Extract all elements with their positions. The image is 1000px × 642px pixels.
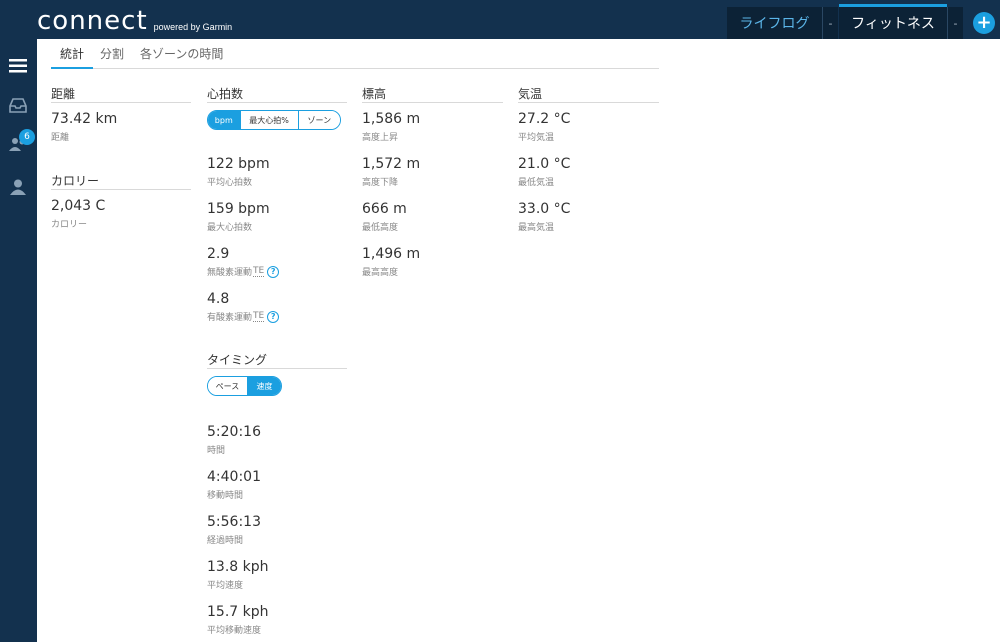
toggle-zones[interactable]: ゾーン [298, 111, 340, 129]
stat-value: 1,586 m [362, 111, 421, 127]
stat-label: 時間 [207, 446, 226, 456]
toggle-speed[interactable]: 速度 [247, 377, 281, 395]
stat-distance: 73.42 km 距離 [51, 111, 117, 143]
garmin-connect-logo[interactable]: connect powered by Garmin [37, 6, 233, 36]
elevation-section: 標高 1,586 m 高度上昇 1,572 m 高度下降 666 m 最低高度 … [362, 85, 503, 285]
activity-subtabs: 統計 分割 各ゾーンの時間 [51, 40, 659, 69]
stat-max-hr: 159 bpm 最大心拍数 [207, 201, 270, 233]
stat-value: 666 m [362, 201, 407, 217]
stat-aerobic-te: 4.8 有酸素運動 TE ? [207, 291, 280, 323]
fitness-dropdown-button[interactable]: - [947, 7, 963, 39]
stat-label: 高度上昇 [362, 133, 399, 143]
stat-avg-moving-speed: 15.7 kph 平均移動速度 [207, 604, 269, 636]
section-title: 標高 [362, 85, 503, 103]
stat-value: 15.7 kph [207, 604, 269, 620]
timing-unit-toggle: ペース 速度 [207, 376, 282, 396]
te-abbrev[interactable]: TE [253, 266, 265, 277]
logo-subtitle: powered by Garmin [153, 22, 233, 32]
stat-value: 5:56:13 [207, 514, 261, 530]
stat-label: 平均速度 [207, 581, 244, 591]
tab-lifelog[interactable]: ライフログ [727, 7, 822, 39]
stat-label: 最高高度 [362, 268, 399, 278]
stat-label: 高度下降 [362, 178, 399, 188]
stat-avg-temp: 27.2 °C 平均気温 [518, 111, 570, 143]
stat-elevation-gain: 1,586 m 高度上昇 [362, 111, 420, 143]
section-title: 気温 [518, 85, 659, 103]
notification-badge: 6 [19, 129, 35, 145]
stat-avg-hr: 122 bpm 平均心拍数 [207, 156, 270, 188]
stat-value: 4.8 [207, 291, 230, 307]
temperature-section: 気温 27.2 °C 平均気温 21.0 °C 最低気温 33.0 °C 最高気… [518, 85, 659, 245]
heart-rate-unit-toggle: bpm 最大心拍% ゾーン [207, 110, 341, 130]
stat-value: 1,496 m [362, 246, 421, 262]
stat-value: 73.42 km [51, 111, 118, 127]
stat-label-text: 有酸素運動 [207, 313, 253, 323]
help-icon[interactable]: ? [267, 310, 280, 323]
calories-section: カロリー 2,043 C カロリー [51, 172, 191, 230]
stat-value: 4:40:01 [207, 469, 261, 485]
timing-section: タイミング ペース 速度 5:20:16 時間 4:40:01 移動時間 5:5… [207, 351, 347, 636]
stat-value: 2,043 C [51, 198, 106, 214]
stat-label: 距離 [51, 133, 70, 143]
toggle-bpm[interactable]: bpm [208, 111, 241, 129]
stat-value: 5:20:16 [207, 424, 261, 440]
stat-value: 2.9 [207, 246, 230, 262]
section-title: 心拍数 [207, 85, 347, 103]
stat-calories: 2,043 C カロリー [51, 198, 105, 230]
stat-avg-speed: 13.8 kph 平均速度 [207, 559, 269, 591]
stat-label: 経過時間 [207, 536, 244, 546]
add-button[interactable]: + [973, 12, 995, 34]
stat-label: 最高気温 [518, 223, 555, 233]
menu-icon[interactable] [9, 57, 27, 75]
help-icon[interactable]: ? [267, 265, 280, 278]
te-abbrev[interactable]: TE [253, 311, 265, 322]
distance-section: 距離 73.42 km 距離 [51, 85, 191, 143]
stat-label: 平均心拍数 [207, 178, 253, 188]
stat-moving-time: 4:40:01 移動時間 [207, 469, 261, 501]
logo-word: connect [37, 6, 148, 36]
stat-value: 1,572 m [362, 156, 421, 172]
stat-label-text: 無酸素運動 [207, 268, 253, 278]
stat-value: 159 bpm [207, 201, 270, 217]
stat-label: 無酸素運動 TE ? [207, 265, 280, 278]
stat-value: 33.0 °C [518, 201, 571, 217]
stat-label: 最大心拍数 [207, 223, 253, 233]
stat-min-temp: 21.0 °C 最低気温 [518, 156, 570, 188]
tab-stats[interactable]: 統計 [51, 45, 94, 69]
stat-label: 有酸素運動 TE ? [207, 310, 280, 323]
stat-time: 5:20:16 時間 [207, 424, 261, 456]
stat-value: 21.0 °C [518, 156, 571, 172]
stat-value: 27.2 °C [518, 111, 571, 127]
stat-label: 移動時間 [207, 491, 244, 501]
stat-min-elevation: 666 m 最低高度 [362, 201, 407, 233]
stat-label: カロリー [51, 220, 88, 230]
stat-value: 13.8 kph [207, 559, 269, 575]
tab-time-in-zones[interactable]: 各ゾーンの時間 [140, 45, 223, 69]
toggle-pace[interactable]: ペース [208, 377, 248, 395]
section-title: 距離 [51, 85, 191, 103]
stat-elevation-loss: 1,572 m 高度下降 [362, 156, 420, 188]
stat-label: 最低気温 [518, 178, 555, 188]
stat-max-temp: 33.0 °C 最高気温 [518, 201, 570, 233]
tab-splits[interactable]: 分割 [100, 45, 124, 69]
stat-anaerobic-te: 2.9 無酸素運動 TE ? [207, 246, 280, 278]
stat-label: 最低高度 [362, 223, 399, 233]
section-title: カロリー [51, 172, 191, 190]
toggle-max-hr-percent[interactable]: 最大心拍% [240, 111, 299, 129]
profile-icon[interactable] [9, 178, 27, 196]
inbox-icon[interactable] [9, 96, 27, 114]
stat-elapsed-time: 5:56:13 経過時間 [207, 514, 261, 546]
top-bar: connect powered by Garmin ライフログ - フィットネス… [0, 0, 1000, 39]
stat-label: 平均気温 [518, 133, 555, 143]
section-title: タイミング [207, 351, 347, 369]
tab-fitness[interactable]: フィットネス [839, 4, 947, 39]
stat-label: 平均移動速度 [207, 626, 262, 636]
stat-max-elevation: 1,496 m 最高高度 [362, 246, 420, 278]
lifelog-dropdown-button[interactable]: - [822, 7, 838, 39]
stat-value: 122 bpm [207, 156, 270, 172]
